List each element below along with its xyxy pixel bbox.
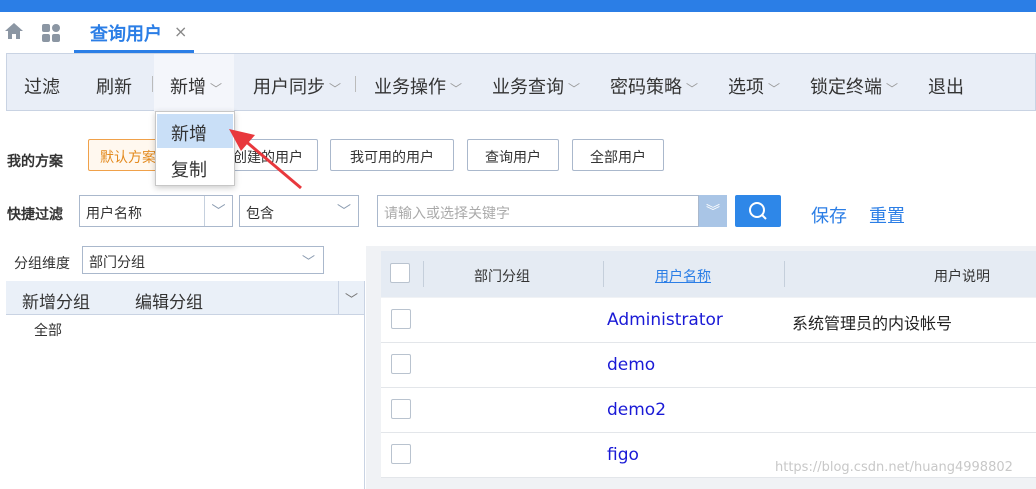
top-bar (0, 0, 1036, 12)
toolbar-divider (355, 76, 356, 92)
quick-filter-label: 快捷过滤 (7, 207, 63, 223)
save-link[interactable]: 保存 (811, 202, 847, 228)
apps-icon[interactable] (40, 22, 62, 44)
table-row[interactable]: demo (381, 343, 1036, 388)
tab-row: 查询用户 × (0, 12, 1036, 53)
reset-link[interactable]: 重置 (869, 202, 905, 228)
chevron-down-icon: ﹀ (768, 82, 781, 96)
filter-operator-select[interactable]: 包含 ﹀ (239, 195, 359, 227)
tab-query-users[interactable]: 查询用户 × (74, 12, 194, 53)
chevron-down-icon[interactable]: ﹀ (338, 281, 364, 315)
scheme-query-users-button[interactable]: 查询用户 (467, 139, 559, 171)
cell-description: 系统管理员的内设帐号 (792, 314, 953, 333)
toolbar-divider (152, 76, 153, 92)
row-checkbox[interactable] (391, 309, 411, 329)
search-input[interactable]: 请输入或选择关键字 (377, 195, 699, 227)
row-checkbox[interactable] (391, 399, 411, 419)
chevron-down-icon: ﹀ (568, 82, 581, 96)
add-dropdown-menu: 新增 复制 (155, 111, 235, 186)
options-label: 选项 (728, 77, 764, 98)
add-menu-button[interactable]: 新增 ﹀ (170, 73, 222, 99)
chevron-down-icon: ﹀ (686, 82, 699, 96)
chevron-down-icon: ﹀ (337, 204, 351, 220)
edit-group-button[interactable]: 编辑分组 (135, 288, 203, 313)
scheme-all-users-button[interactable]: 全部用户 (572, 139, 664, 171)
filter-field-value: 用户名称 (86, 206, 142, 222)
search-button[interactable] (735, 195, 781, 227)
search-icon (749, 202, 767, 220)
biz-query-menu-button[interactable]: 业务查询 ﹀ (492, 73, 580, 99)
biz-op-menu-button[interactable]: 业务操作 ﹀ (374, 73, 462, 99)
add-menu-label: 新增 (170, 77, 206, 98)
column-divider (423, 261, 424, 287)
tree-item-all[interactable]: 全部 (34, 320, 62, 340)
chevron-down-icon: ﹀ (329, 82, 342, 96)
pwd-policy-label: 密码策略 (610, 77, 682, 98)
chevron-down-icon: ﹀ (204, 196, 232, 226)
add-group-button[interactable]: 新增分组 (22, 288, 90, 313)
toolbar: 过滤 刷新 新增 ﹀ 用户同步 ﹀ 业务操作 ﹀ 业务查询 ﹀ 密码策略 ﹀ 选项 ﹀ 锁定… (6, 53, 1036, 112)
home-icon[interactable] (4, 21, 24, 41)
select-all-checkbox[interactable] (390, 263, 410, 283)
filter-operator-value: 包含 (246, 206, 274, 222)
group-actions-bar: 新增分组 编辑分组 ﹀ (6, 281, 364, 315)
double-chevron-down-icon[interactable]: ︾ (699, 195, 727, 227)
scheme-label: 我的方案 (7, 154, 63, 170)
annotation-arrow-icon (229, 129, 302, 190)
lock-terminal-label: 锁定终端 (810, 77, 882, 98)
close-icon[interactable]: × (174, 22, 187, 41)
chevron-down-icon: ﹀ (301, 255, 315, 270)
cell-username[interactable]: demo (607, 355, 655, 375)
column-divider (784, 261, 785, 287)
column-header-dept[interactable]: 部门分组 (474, 266, 530, 286)
chevron-down-icon: ﹀ (886, 82, 899, 96)
lock-terminal-menu-button[interactable]: 锁定终端 ﹀ (810, 73, 898, 99)
tab-title: 查询用户 (90, 24, 162, 45)
cell-username[interactable]: Administrator (607, 310, 723, 330)
table-row[interactable]: demo2 (381, 388, 1036, 433)
biz-query-label: 业务查询 (492, 77, 564, 98)
cell-username[interactable]: demo2 (607, 400, 666, 420)
row-checkbox[interactable] (391, 354, 411, 374)
user-sync-label: 用户同步 (253, 77, 325, 98)
user-sync-menu-button[interactable]: 用户同步 ﹀ (253, 73, 341, 99)
column-header-username[interactable]: 用户名称 (655, 266, 711, 286)
menu-item-add[interactable]: 新增 (157, 114, 233, 148)
options-menu-button[interactable]: 选项 ﹀ (728, 73, 780, 99)
menu-item-copy[interactable]: 复制 (157, 150, 233, 184)
refresh-button[interactable]: 刷新 (96, 73, 132, 99)
filter-button[interactable]: 过滤 (24, 73, 60, 99)
grid-header: 部门分组 用户名称 用户说明 (381, 251, 1036, 297)
group-dimension-select[interactable]: 部门分组 ﹀ (82, 246, 324, 274)
cell-username[interactable]: figo (607, 445, 639, 465)
filter-field-select[interactable]: 用户名称 ﹀ (79, 195, 233, 227)
group-dimension-value: 部门分组 (89, 255, 145, 271)
chevron-down-icon: ﹀ (210, 82, 223, 96)
exit-button[interactable]: 退出 (928, 73, 964, 99)
row-checkbox[interactable] (391, 444, 411, 464)
pwd-policy-menu-button[interactable]: 密码策略 ﹀ (610, 73, 698, 99)
watermark: https://blog.csdn.net/huang4998802 (775, 460, 1013, 475)
biz-op-label: 业务操作 (374, 77, 446, 98)
scheme-available-users-button[interactable]: 我可用的用户 (330, 139, 454, 171)
column-header-description[interactable]: 用户说明 (934, 266, 990, 286)
column-divider (603, 261, 604, 287)
group-dimension-label: 分组维度 (14, 256, 70, 272)
table-row[interactable]: Administrator 系统管理员的内设帐号 (381, 298, 1036, 343)
panel-divider (364, 281, 365, 489)
chevron-down-icon: ﹀ (450, 82, 463, 96)
